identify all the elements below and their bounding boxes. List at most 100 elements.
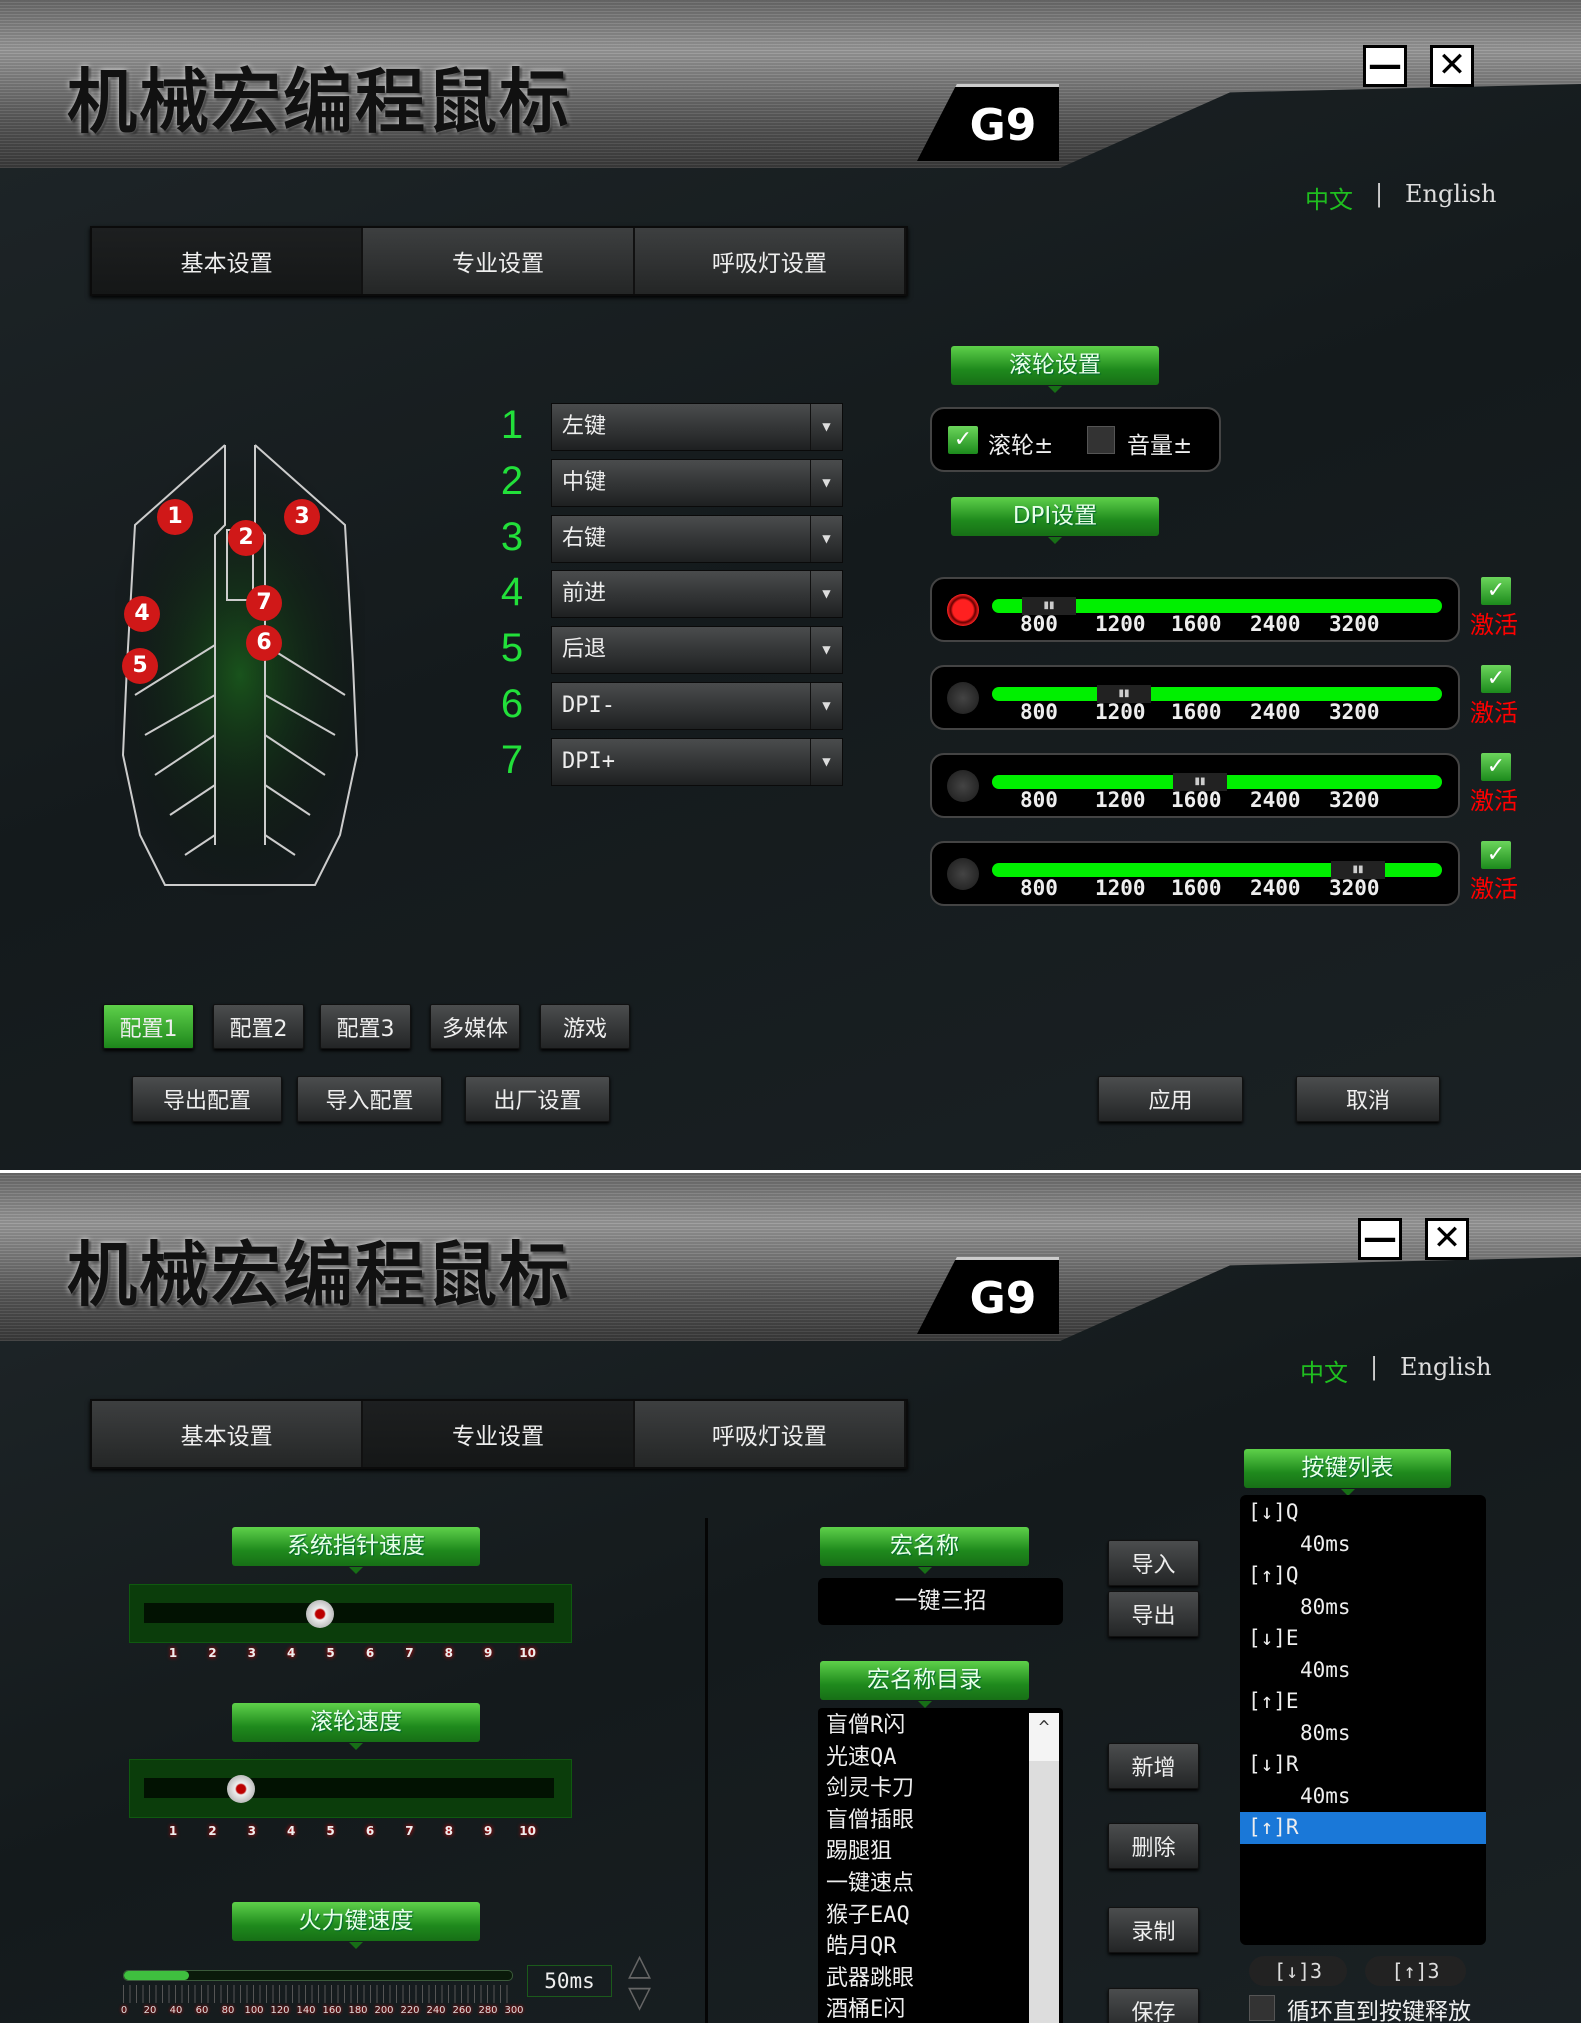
dpi-active-checkbox[interactable]: ✓ xyxy=(1481,665,1511,693)
dpi-slider[interactable]: ▮▮ xyxy=(992,685,1442,703)
macro-list-item[interactable]: 酒桶E闪 xyxy=(818,1994,1023,2023)
increase-arrow-icon[interactable]: △ xyxy=(628,1951,651,1981)
chevron-down-icon[interactable]: ▼ xyxy=(810,459,842,506)
dpi-slider[interactable]: ▮▮ xyxy=(992,773,1442,791)
chevron-down-icon[interactable]: ▼ xyxy=(810,404,842,450)
key-list-item[interactable]: 40ms xyxy=(1240,1781,1486,1813)
dpi-active-checkbox[interactable]: ✓ xyxy=(1481,753,1511,781)
lang-english[interactable]: English xyxy=(1400,1353,1491,1381)
profile-button-4[interactable]: 多媒体 xyxy=(430,1004,520,1049)
dpi-radio[interactable] xyxy=(947,858,979,890)
fire-speed-slider[interactable] xyxy=(123,1970,513,1981)
macro-list-item[interactable]: 光速QA xyxy=(818,1742,1023,1774)
button-3-dropdown[interactable]: 右键 ▼ xyxy=(551,514,843,563)
dpi-radio[interactable] xyxy=(947,770,979,802)
macro-list-item[interactable]: 剑灵卡刀 xyxy=(818,1773,1023,1805)
slider-thumb[interactable] xyxy=(305,1600,334,1628)
key-list-item[interactable]: [↓]Q xyxy=(1240,1497,1486,1529)
lang-chinese[interactable]: 中文 xyxy=(1305,180,1353,215)
pointer-speed-slider[interactable] xyxy=(129,1584,572,1643)
cancel-button[interactable]: 取消 xyxy=(1296,1076,1440,1122)
export-macro-button[interactable]: 导出 xyxy=(1108,1591,1199,1637)
button-4-dropdown[interactable]: 前进 ▼ xyxy=(551,570,843,619)
macro-list-item[interactable]: 武器跳眼 xyxy=(818,1963,1023,1995)
factory-reset-button[interactable]: 出厂设置 xyxy=(465,1076,610,1122)
button-number: 3 xyxy=(500,514,524,559)
app-title: 机械宏编程鼠标 xyxy=(67,1234,571,1316)
chevron-down-icon[interactable]: ▼ xyxy=(810,627,842,674)
macro-list-item[interactable]: 盲僧插眼 xyxy=(818,1805,1023,1837)
dpi-active-checkbox[interactable]: ✓ xyxy=(1481,841,1511,869)
dpi-slider[interactable]: ▮▮ xyxy=(992,861,1442,879)
dpi-slider[interactable]: ▮▮ xyxy=(992,597,1442,615)
macro-list-item[interactable]: 踢腿狙 xyxy=(818,1836,1023,1868)
profile-button-5[interactable]: 游戏 xyxy=(540,1004,630,1049)
key-list-item[interactable]: [↓]R xyxy=(1240,1749,1486,1781)
key-list-item[interactable]: 80ms xyxy=(1240,1718,1486,1750)
tab-basic[interactable]: 基本设置 xyxy=(92,1401,364,1467)
macro-list[interactable]: 盲僧R闪 光速QA 剑灵卡刀 盲僧插眼 踢腿狙 一键速点 猴子EAQ 皓月QR 武器跳眼 酒桶E闪… xyxy=(818,1708,1063,2023)
chevron-down-icon[interactable]: ▼ xyxy=(810,683,842,729)
chevron-down-icon[interactable]: ▼ xyxy=(810,571,842,618)
key-list-item[interactable]: [↑]Q xyxy=(1240,1560,1486,1592)
profile-button-1[interactable]: 配置1 xyxy=(103,1004,194,1049)
dpi-level-label: 1200 xyxy=(1095,612,1146,636)
minimize-button[interactable]: — xyxy=(1363,45,1407,87)
button-7-dropdown[interactable]: DPI+ ▼ xyxy=(551,737,843,786)
key-list-item[interactable]: 40ms xyxy=(1240,1529,1486,1561)
macro-name-input[interactable]: 一键三招 xyxy=(818,1578,1063,1625)
button-5-dropdown[interactable]: 后退 ▼ xyxy=(551,626,843,675)
dpi-active-checkbox[interactable]: ✓ xyxy=(1481,577,1511,605)
wheel-speed-slider[interactable] xyxy=(129,1759,572,1818)
dpi-radio[interactable] xyxy=(947,682,979,714)
tick-label: 220 xyxy=(400,2005,420,2016)
slider-thumb[interactable] xyxy=(226,1775,255,1803)
volume-checkbox[interactable] xyxy=(1087,426,1115,454)
loop-checkbox[interactable] xyxy=(1249,1995,1275,2021)
apply-button[interactable]: 应用 xyxy=(1098,1076,1243,1122)
scrollbar[interactable]: ^ xyxy=(1029,1713,1059,2023)
save-macro-button[interactable]: 保存 xyxy=(1108,1988,1199,2023)
scroll-up-icon[interactable]: ^ xyxy=(1029,1713,1059,1761)
chevron-down-icon[interactable]: ▼ xyxy=(810,738,842,785)
profile-button-2[interactable]: 配置2 xyxy=(213,1004,304,1049)
key-list[interactable]: [↓]Q 40ms [↑]Q 80ms [↓]E 40ms [↑]E 80ms [↓]R 40ms… xyxy=(1240,1495,1486,1945)
dpi-radio[interactable] xyxy=(947,594,979,626)
key-list-header: 按键列表 xyxy=(1244,1449,1451,1496)
button-1-dropdown[interactable]: 左键 ▼ xyxy=(551,403,843,451)
chevron-down-icon[interactable]: ▼ xyxy=(810,515,842,562)
macro-list-item[interactable]: 猴子EAQ xyxy=(818,1900,1023,1932)
tab-pro[interactable]: 专业设置 xyxy=(363,1401,635,1467)
tab-breathing-light[interactable]: 呼吸灯设置 xyxy=(634,228,906,294)
tab-basic[interactable]: 基本设置 xyxy=(92,228,364,294)
record-macro-button[interactable]: 录制 xyxy=(1108,1907,1199,1953)
key-list-item[interactable]: 80ms xyxy=(1240,1592,1486,1624)
import-config-button[interactable]: 导入配置 xyxy=(297,1076,442,1122)
tick-label: 100 xyxy=(244,2005,264,2016)
key-list-item[interactable]: [↓]E xyxy=(1240,1623,1486,1655)
add-macro-button[interactable]: 新增 xyxy=(1108,1743,1199,1789)
delete-macro-button[interactable]: 删除 xyxy=(1108,1823,1199,1869)
macro-list-item[interactable]: 一键速点 xyxy=(818,1868,1023,1900)
decrease-arrow-icon[interactable]: ▽ xyxy=(628,1983,651,2013)
tab-breathing-light[interactable]: 呼吸灯设置 xyxy=(634,1401,906,1467)
dropdown-value: 左键 xyxy=(562,414,607,439)
key-list-item[interactable]: [↑]R xyxy=(1240,1812,1486,1844)
close-button[interactable]: ✕ xyxy=(1425,1218,1469,1260)
button-2-dropdown[interactable]: 中键 ▼ xyxy=(551,458,843,507)
lang-english[interactable]: English xyxy=(1405,180,1496,208)
button-6-dropdown[interactable]: DPI- ▼ xyxy=(551,682,843,730)
key-list-item[interactable]: [↑]E xyxy=(1240,1686,1486,1718)
macro-list-item[interactable]: 皓月QR xyxy=(818,1931,1023,1963)
close-button[interactable]: ✕ xyxy=(1430,45,1474,87)
macro-list-item[interactable]: 盲僧R闪 xyxy=(818,1710,1023,1742)
key-list-item[interactable]: 40ms xyxy=(1240,1655,1486,1687)
lang-chinese[interactable]: 中文 xyxy=(1300,1353,1348,1388)
export-config-button[interactable]: 导出配置 xyxy=(132,1076,282,1122)
wheel-checkbox[interactable]: ✓ xyxy=(948,426,978,454)
import-macro-button[interactable]: 导入 xyxy=(1108,1540,1199,1586)
tab-pro[interactable]: 专业设置 xyxy=(363,228,635,294)
minimize-button[interactable]: — xyxy=(1358,1218,1402,1260)
profile-button-3[interactable]: 配置3 xyxy=(320,1004,411,1049)
tick-label: 1 xyxy=(168,1646,178,1660)
